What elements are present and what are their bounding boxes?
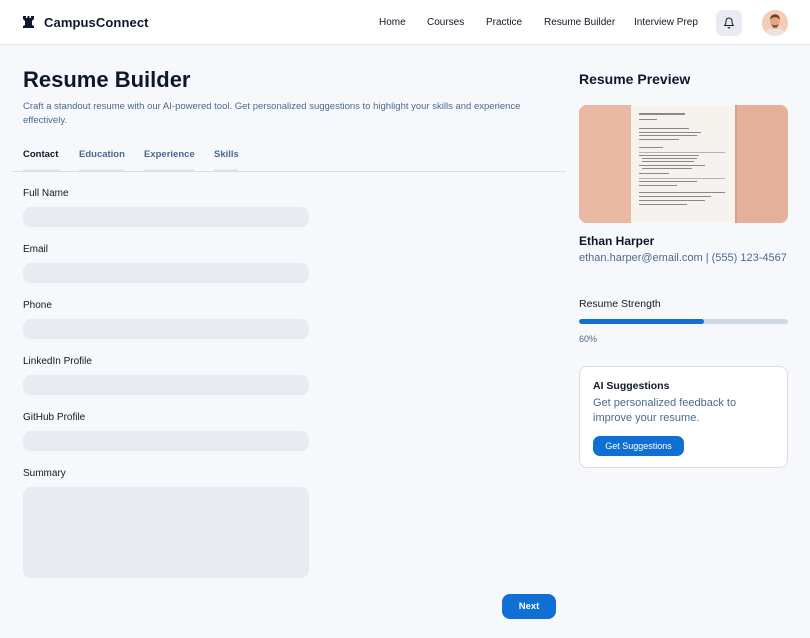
tab-education[interactable]: Education xyxy=(79,149,125,160)
app-logo-text[interactable]: CampusConnect xyxy=(44,15,149,30)
resume-strength-label: Resume Strength xyxy=(579,298,661,310)
github-input[interactable] xyxy=(23,431,309,451)
resume-strength-fill xyxy=(579,319,705,324)
summary-textarea[interactable] xyxy=(23,487,309,578)
user-avatar-icon xyxy=(762,10,788,36)
preview-name: Ethan Harper xyxy=(579,234,655,248)
tabs-divider xyxy=(13,171,566,172)
preview-contact: ethan.harper@email.com | (555) 123-4567 xyxy=(579,252,787,264)
github-label: GitHub Profile xyxy=(23,412,86,423)
full-name-input[interactable] xyxy=(23,207,309,227)
ai-suggestions-description: Get personalized feedback to improve you… xyxy=(593,397,737,424)
get-suggestions-button[interactable]: Get Suggestions xyxy=(593,436,684,456)
ai-suggestions-title: AI Suggestions xyxy=(593,380,670,392)
bell-icon xyxy=(724,17,734,29)
ai-suggestions-card: AI Suggestions Get personalized feedback… xyxy=(579,366,788,468)
phone-input[interactable] xyxy=(23,319,309,339)
resume-preview-image xyxy=(579,105,788,223)
nav-item-courses[interactable]: Courses xyxy=(427,17,464,28)
nav-item-practice[interactable]: Practice xyxy=(486,17,522,28)
tab-contact[interactable]: Contact xyxy=(23,149,58,160)
email-label: Email xyxy=(23,244,49,255)
preview-title: Resume Preview xyxy=(579,71,691,87)
notifications-button[interactable] xyxy=(716,10,742,36)
phone-label: Phone xyxy=(23,300,52,311)
email-input[interactable] xyxy=(23,263,309,283)
page-title: Resume Builder xyxy=(23,67,191,92)
resume-document-thumbnail xyxy=(579,105,788,223)
resume-strength-bar xyxy=(579,319,788,324)
user-avatar[interactable] xyxy=(762,10,788,36)
top-header: CampusConnect Home Courses Practice Resu… xyxy=(0,0,810,45)
tab-skills[interactable]: Skills xyxy=(214,149,239,160)
resume-strength-percent: 60% xyxy=(579,334,598,344)
linkedin-label: LinkedIn Profile xyxy=(23,356,92,367)
nav-item-interview-prep[interactable]: Interview Prep xyxy=(634,17,698,28)
tab-experience[interactable]: Experience xyxy=(144,149,195,160)
nav-item-resume-builder[interactable]: Resume Builder xyxy=(544,17,615,28)
linkedin-input[interactable] xyxy=(23,375,309,395)
chess-rook-icon xyxy=(23,16,34,28)
page-subtitle: Craft a standout resume with our AI-powe… xyxy=(23,101,521,126)
full-name-label: Full Name xyxy=(23,188,69,199)
summary-label: Summary xyxy=(23,468,66,479)
nav-item-home[interactable]: Home xyxy=(379,17,406,28)
next-button[interactable]: Next xyxy=(502,594,556,619)
